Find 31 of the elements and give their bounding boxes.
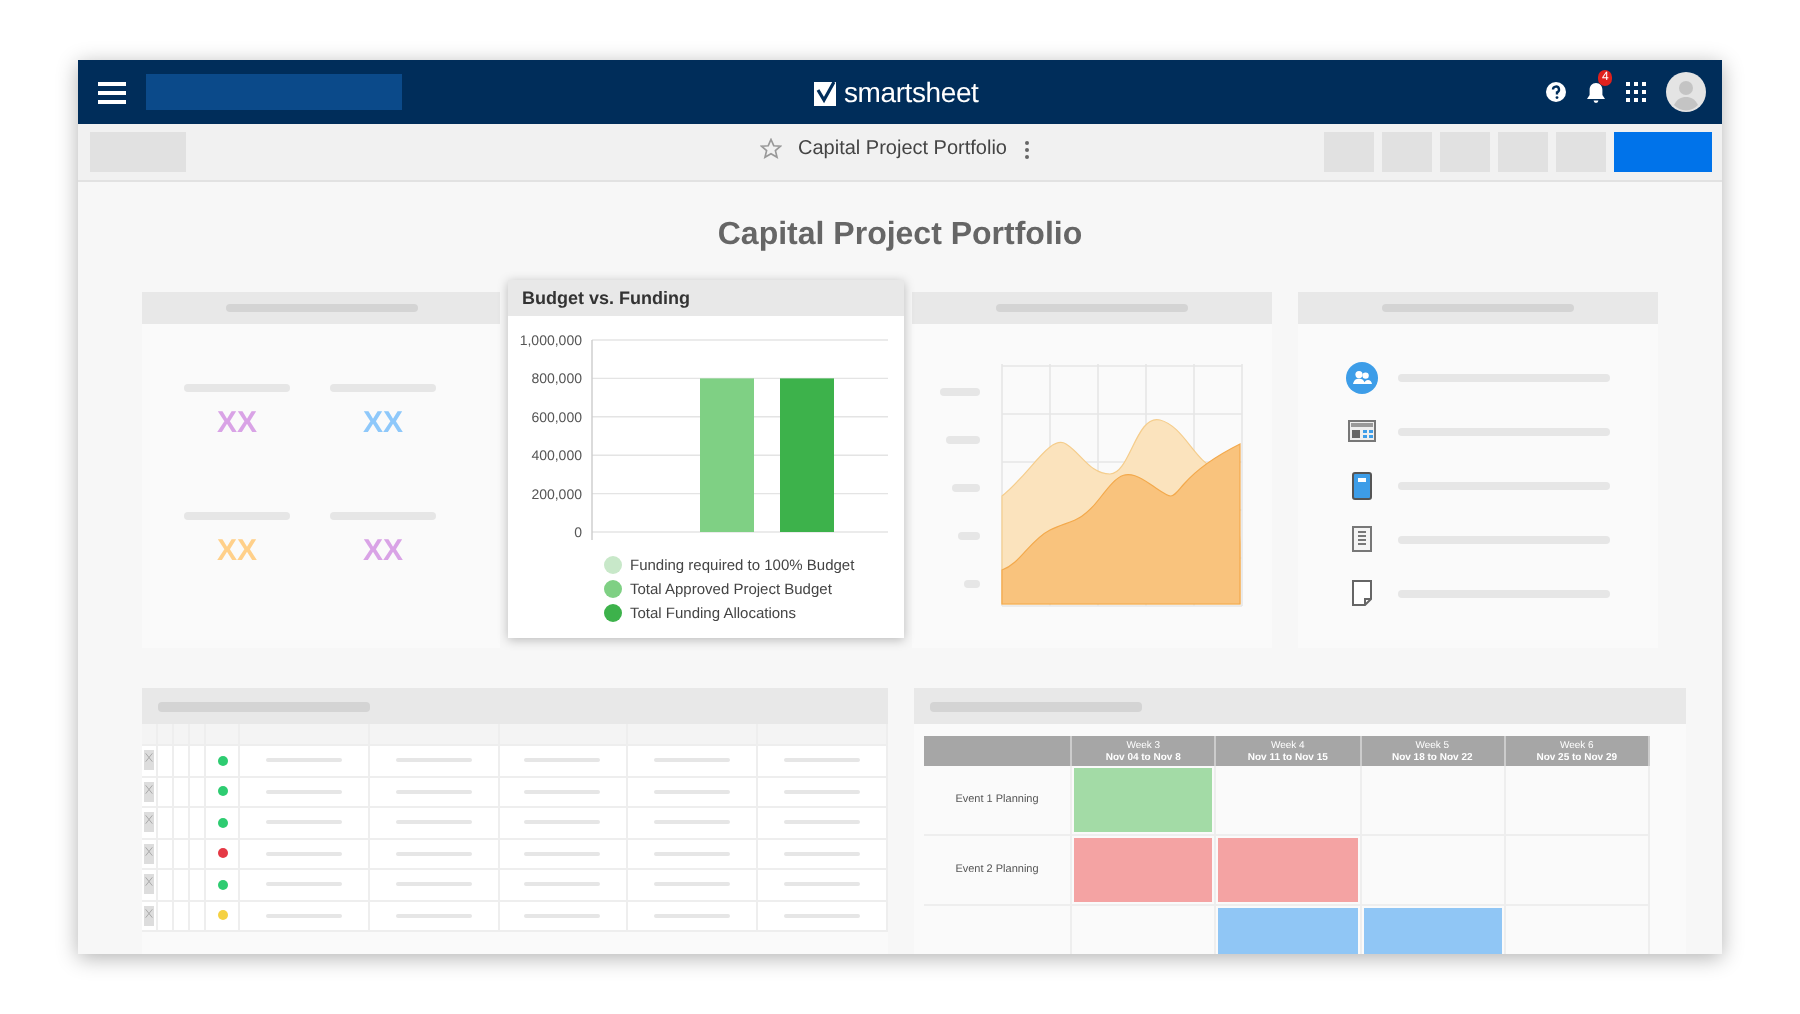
brand-name: smartsheet (844, 76, 979, 108)
document-icon (1346, 526, 1378, 552)
menu-icon[interactable] (98, 81, 126, 103)
apps-grid-icon[interactable] (1626, 82, 1646, 102)
people-icon (1346, 361, 1378, 393)
dashboard-title: Capital Project Portfolio (715, 218, 1085, 256)
metric-value: XX (216, 408, 257, 440)
search-field[interactable] (146, 74, 402, 110)
metric-value: XX (362, 408, 403, 440)
sheet-title: Capital Project Portfolio (798, 138, 1007, 160)
more-icon[interactable] (1023, 139, 1029, 159)
row-handle-icon[interactable] (144, 810, 154, 835)
legend-dot (604, 604, 622, 622)
legend-dot (604, 556, 622, 574)
legend-dot (604, 580, 622, 598)
page-icon (1346, 580, 1378, 606)
widget-title: Budget vs. Funding (522, 288, 690, 308)
metric-value: XX (362, 536, 403, 568)
bell-icon[interactable] (1586, 81, 1606, 103)
row-handle-icon[interactable] (144, 841, 154, 866)
metric-value: XX (216, 536, 257, 568)
row-handle-icon[interactable] (144, 903, 154, 928)
card-icon (1346, 420, 1378, 442)
row-handle-icon[interactable] (144, 779, 154, 804)
avatar-icon[interactable] (1666, 72, 1706, 112)
book-icon (1346, 471, 1378, 499)
logo-icon (814, 79, 836, 105)
star-icon[interactable] (760, 138, 782, 160)
row-handle-icon[interactable] (144, 872, 154, 897)
help-icon[interactable] (1546, 82, 1566, 102)
row-handle-icon[interactable] (144, 748, 154, 773)
